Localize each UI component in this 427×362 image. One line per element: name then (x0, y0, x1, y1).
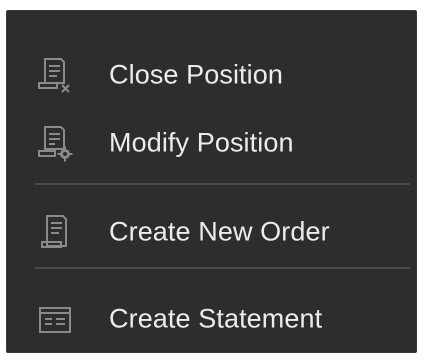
menu-item-close-position[interactable]: Close Position (7, 47, 416, 103)
context-menu: Close Position Modify Position Create Ne… (6, 10, 417, 353)
menu-item-label: Create New Order (109, 216, 330, 247)
menu-item-modify-position[interactable]: Modify Position (7, 115, 416, 171)
menu-item-label: Create Statement (109, 303, 323, 334)
menu-item-create-new-order[interactable]: Create New Order (7, 204, 416, 260)
menu-separator (35, 267, 410, 269)
menu-item-label: Close Position (109, 59, 283, 90)
menu-item-create-statement[interactable]: Create Statement (7, 291, 416, 347)
modify-position-icon (35, 123, 75, 163)
new-order-icon (35, 212, 75, 252)
statement-icon (35, 299, 75, 339)
menu-separator (35, 183, 410, 185)
close-position-icon (35, 55, 75, 95)
menu-item-label: Modify Position (109, 127, 294, 158)
